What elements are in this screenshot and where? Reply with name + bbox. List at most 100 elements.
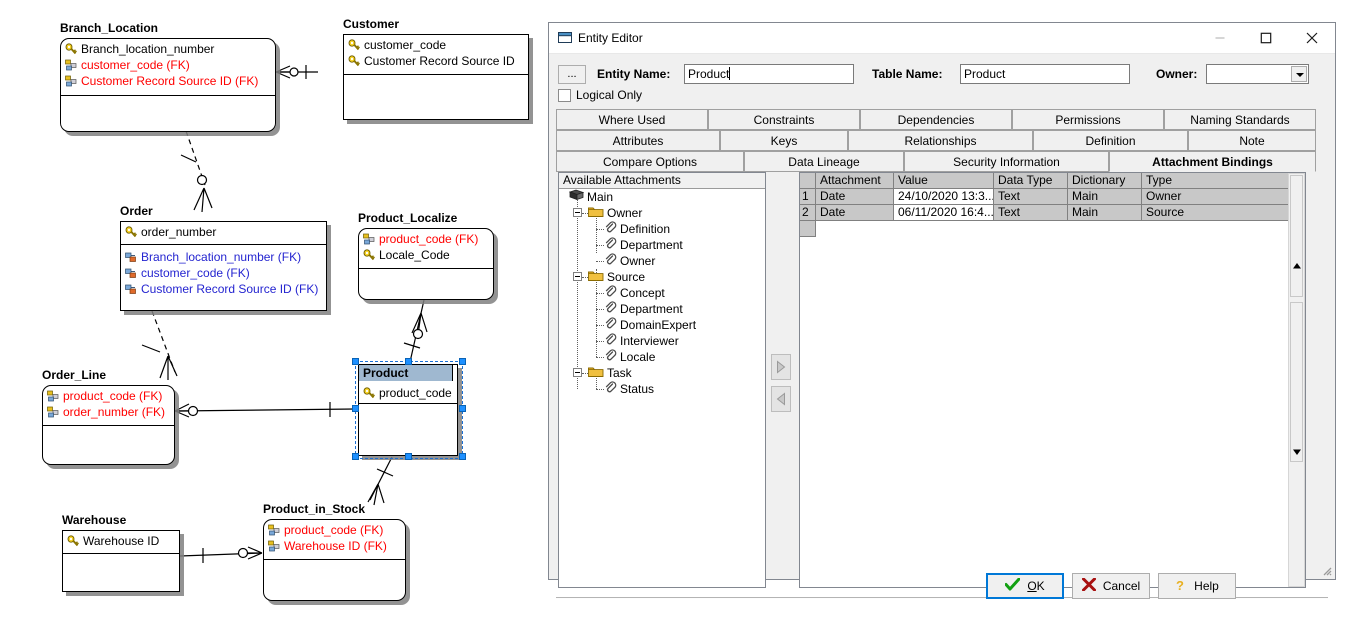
attribute-row[interactable]: Customer Record Source ID (FK) (65, 73, 272, 89)
cell-attachment[interactable]: Date (816, 205, 894, 221)
tab-data-lineage[interactable]: Data Lineage (744, 151, 904, 172)
tab-attachment-bindings[interactable]: Attachment Bindings (1109, 151, 1316, 172)
ok-button[interactable]: OK (986, 573, 1064, 599)
maximize-icon[interactable] (1243, 23, 1289, 53)
attribute-row[interactable]: order_number (125, 224, 323, 240)
tab-attributes[interactable]: Attributes (556, 130, 720, 151)
entity-product[interactable]: Product product_code (358, 364, 458, 456)
chevron-down-icon[interactable] (1291, 66, 1307, 82)
close-icon[interactable] (1289, 23, 1335, 53)
attachment-bindings-grid-panel[interactable]: Attachment Value Data Type Dictionary Ty… (799, 172, 1306, 588)
attribute-row[interactable]: Customer Record Source ID (348, 53, 525, 69)
resize-grip[interactable] (1320, 564, 1332, 576)
attribute-row[interactable]: Branch_location_number (65, 41, 272, 57)
tree-item-department-owner[interactable]: Department (604, 237, 683, 253)
attribute-row[interactable]: customer_code (FK) (125, 265, 323, 281)
tree-item-definition[interactable]: Definition (604, 221, 670, 237)
attribute-row[interactable]: product_code (FK) (363, 231, 490, 247)
help-button[interactable]: ? Help (1158, 573, 1236, 599)
tree-item-concept[interactable]: Concept (604, 285, 665, 301)
selection-handle-nw[interactable] (352, 358, 359, 365)
tree-item-interviewer[interactable]: Interviewer (604, 333, 679, 349)
attribute-row[interactable]: product_code (363, 385, 454, 401)
tree-item-owner-folder[interactable]: Owner (588, 205, 642, 221)
selection-handle-n[interactable] (405, 358, 412, 365)
cell-data-type[interactable]: Text (994, 189, 1068, 205)
tree-item-task-folder[interactable]: Task (588, 365, 632, 381)
tree-item-main[interactable]: Main (568, 189, 613, 205)
table-row[interactable]: 2 Date 06/11/2020 16:4... Text Main Sour… (800, 205, 1305, 221)
attribute-row[interactable]: product_code (FK) (47, 388, 171, 404)
attribute-row[interactable]: Warehouse ID (FK) (268, 538, 402, 554)
cell-type[interactable]: Source (1142, 205, 1289, 221)
table-row[interactable]: 1 Date 24/10/2020 13:3... Text Main Owne… (800, 189, 1305, 205)
tab-constraints[interactable]: Constraints (708, 109, 860, 130)
tab-keys[interactable]: Keys (720, 130, 848, 151)
attribute-row[interactable]: Customer Record Source ID (FK) (125, 281, 323, 297)
cancel-button[interactable]: Cancel (1072, 573, 1150, 599)
attachment-tree[interactable]: Main Owner Definition Department Owner S… (559, 189, 765, 587)
remove-attachment-button[interactable] (771, 386, 791, 412)
tree-item-owner[interactable]: Owner (604, 253, 655, 269)
add-attachment-button[interactable] (771, 354, 791, 380)
cell-data-type[interactable]: Text (994, 205, 1068, 221)
cell-value[interactable]: 24/10/2020 13:3... (894, 189, 994, 205)
tab-note[interactable]: Note (1188, 130, 1316, 151)
entity-branch-location[interactable]: Branch_Location Branch_location_number c… (60, 21, 276, 132)
grid-vertical-scrollbar[interactable] (1288, 173, 1305, 587)
owner-select[interactable] (1206, 64, 1309, 84)
entity-editor-dialog[interactable]: Entity Editor ... Entity Name: Product T… (548, 22, 1336, 599)
attribute-row[interactable]: product_code (FK) (268, 522, 402, 538)
selection-handle-s[interactable] (405, 453, 412, 460)
checkbox-box[interactable] (558, 88, 571, 102)
tab-relationships[interactable]: Relationships (848, 130, 1033, 151)
tree-expander-task[interactable] (573, 368, 582, 377)
grid-header-data-type[interactable]: Data Type (994, 173, 1068, 189)
entity-product-localize[interactable]: Product_Localize product_code (FK) Local… (358, 211, 494, 300)
logical-only-checkbox[interactable]: Logical Only (558, 88, 642, 102)
entity-product-in-stock[interactable]: Product_in_Stock product_code (FK) Wareh… (263, 502, 406, 601)
entity-name-input[interactable]: Product (684, 64, 854, 84)
tab-permissions[interactable]: Permissions (1012, 109, 1164, 130)
grid-header-dictionary[interactable]: Dictionary (1068, 173, 1142, 189)
browse-button[interactable]: ... (558, 65, 586, 84)
scroll-up-arrow[interactable] (1289, 258, 1304, 273)
tab-compare-options[interactable]: Compare Options (556, 151, 744, 172)
er-diagram-canvas[interactable]: Branch_Location Branch_location_number c… (0, 0, 548, 626)
scrollbar-thumb-lower[interactable] (1290, 302, 1303, 462)
tree-expander-source[interactable] (573, 272, 582, 281)
tab-definition[interactable]: Definition (1033, 130, 1188, 151)
attribute-row[interactable]: customer_code (348, 37, 525, 53)
attachment-bindings-grid[interactable]: Attachment Value Data Type Dictionary Ty… (800, 173, 1305, 587)
entity-order-line[interactable]: Order_Line product_code (FK) order_numbe… (42, 368, 175, 465)
tree-item-source-folder[interactable]: Source (588, 269, 645, 285)
minimize-icon[interactable] (1197, 23, 1243, 53)
table-name-input[interactable]: Product (960, 64, 1130, 84)
scroll-down-arrow[interactable] (1289, 444, 1304, 459)
selection-handle-e[interactable] (459, 405, 466, 412)
entity-warehouse[interactable]: Warehouse Warehouse ID (62, 513, 180, 592)
dialog-title-bar[interactable]: Entity Editor (549, 23, 1335, 54)
tab-naming-standards[interactable]: Naming Standards (1164, 109, 1316, 130)
tree-item-department-source[interactable]: Department (604, 301, 683, 317)
tree-item-locale[interactable]: Locale (604, 349, 655, 365)
grid-empty-row[interactable] (800, 221, 1305, 237)
cell-value[interactable]: 06/11/2020 16:4... (894, 205, 994, 221)
tab-dependencies[interactable]: Dependencies (860, 109, 1012, 130)
cell-dictionary[interactable]: Main (1068, 189, 1142, 205)
tab-security-information[interactable]: Security Information (904, 151, 1109, 172)
attribute-row[interactable]: order_number (FK) (47, 404, 171, 420)
tree-expander-owner[interactable] (573, 208, 582, 217)
cell-type[interactable]: Owner (1142, 189, 1289, 205)
selection-handle-se[interactable] (459, 453, 466, 460)
tree-item-status[interactable]: Status (604, 381, 654, 397)
cell-dictionary[interactable]: Main (1068, 205, 1142, 221)
attribute-row[interactable]: Branch_location_number (FK) (125, 249, 323, 265)
cell-attachment[interactable]: Date (816, 189, 894, 205)
grid-header-value[interactable]: Value (894, 173, 994, 189)
tab-where-used[interactable]: Where Used (556, 109, 708, 130)
grid-header-attachment[interactable]: Attachment (816, 173, 894, 189)
attribute-row[interactable]: Locale_Code (363, 247, 490, 263)
scrollbar-thumb-upper[interactable] (1290, 175, 1303, 297)
entity-order[interactable]: Order order_number Branch_location_numbe… (120, 204, 327, 311)
